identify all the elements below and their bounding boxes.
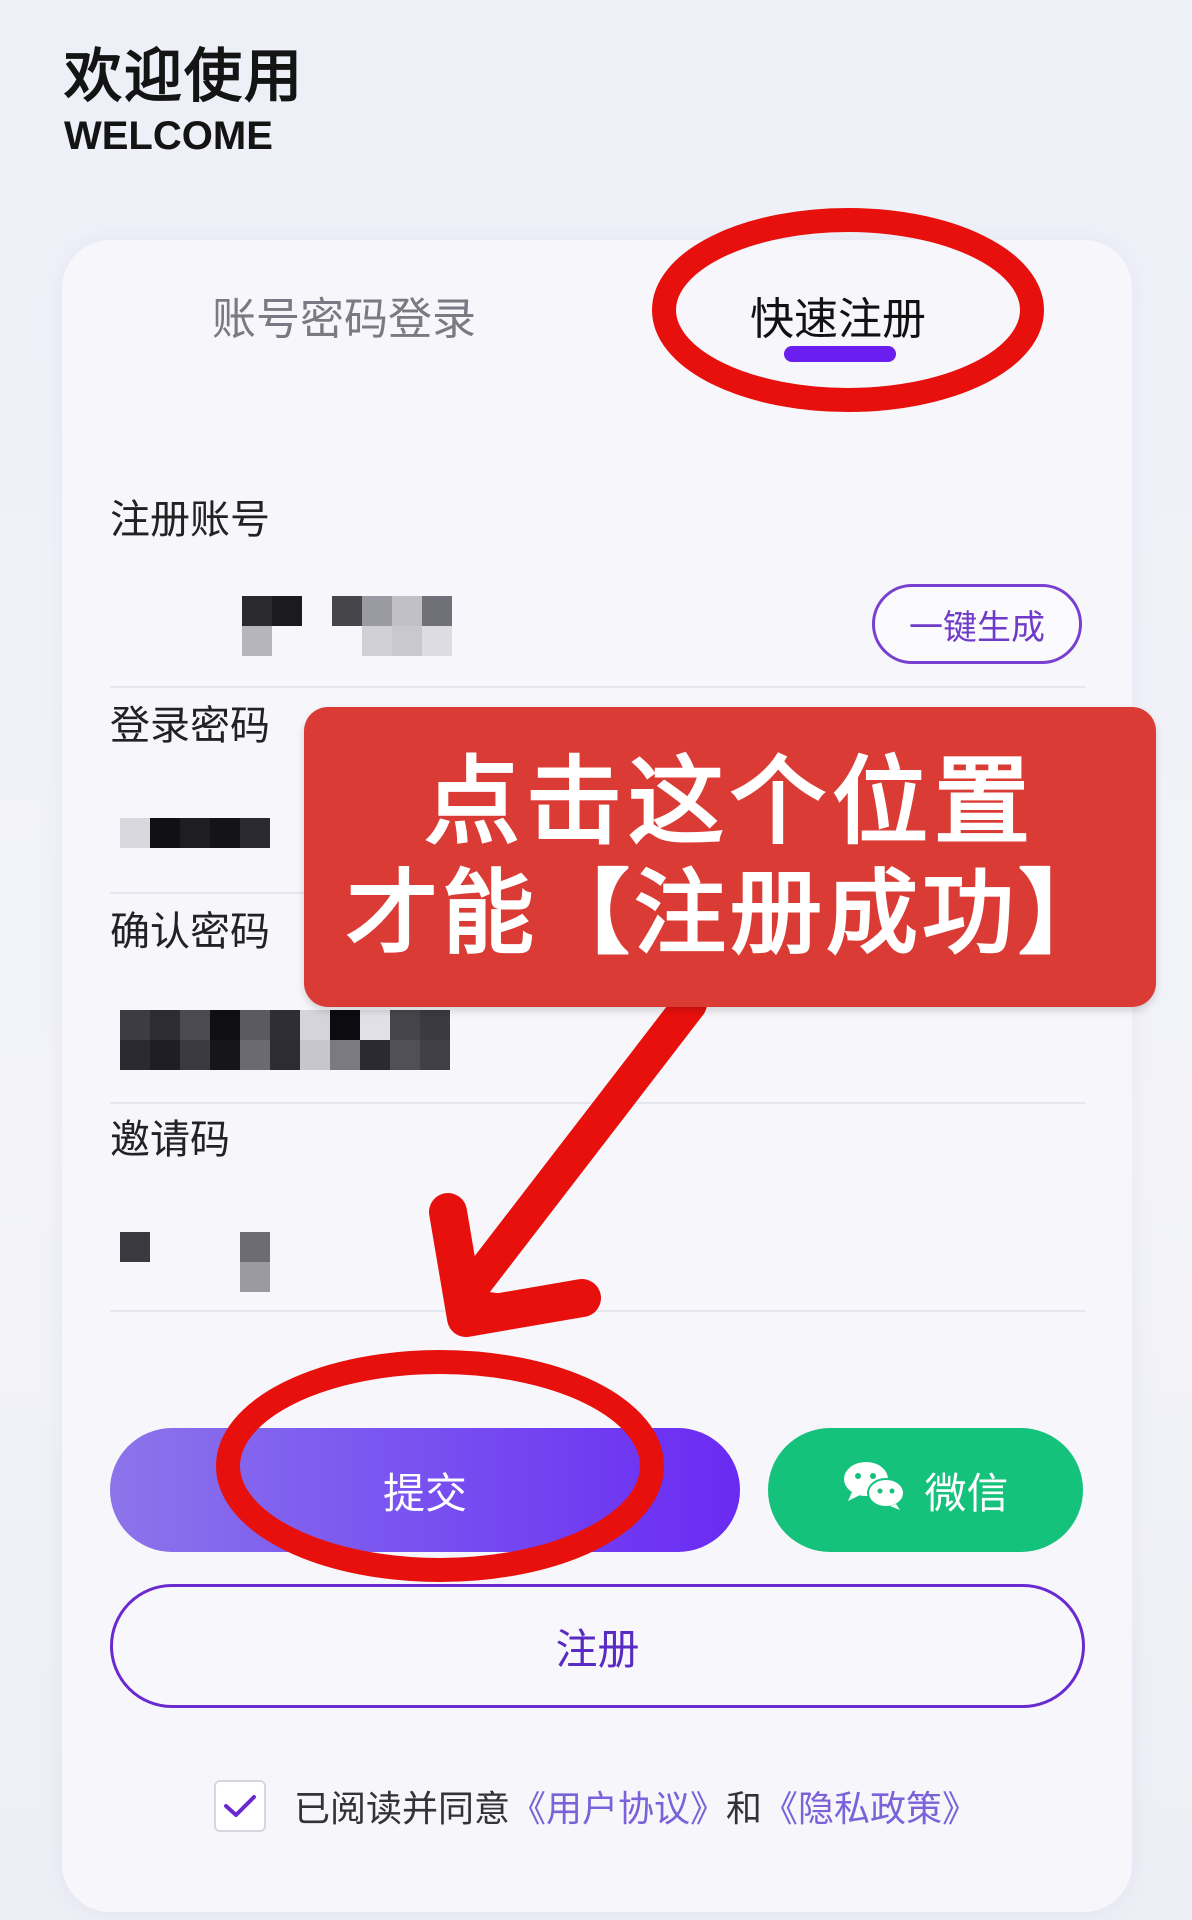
annotation-line-2: 才能【注册成功】 — [345, 860, 1114, 967]
highlight-ellipse-submit — [216, 1350, 664, 1582]
annotation-callout: 点击这个位置 才能【注册成功】 — [304, 707, 1156, 1007]
annotation-line-1: 点击这个位置 — [424, 746, 1036, 858]
highlight-ellipse-register-tab — [652, 208, 1044, 412]
annotation-arrow — [453, 987, 707, 1307]
